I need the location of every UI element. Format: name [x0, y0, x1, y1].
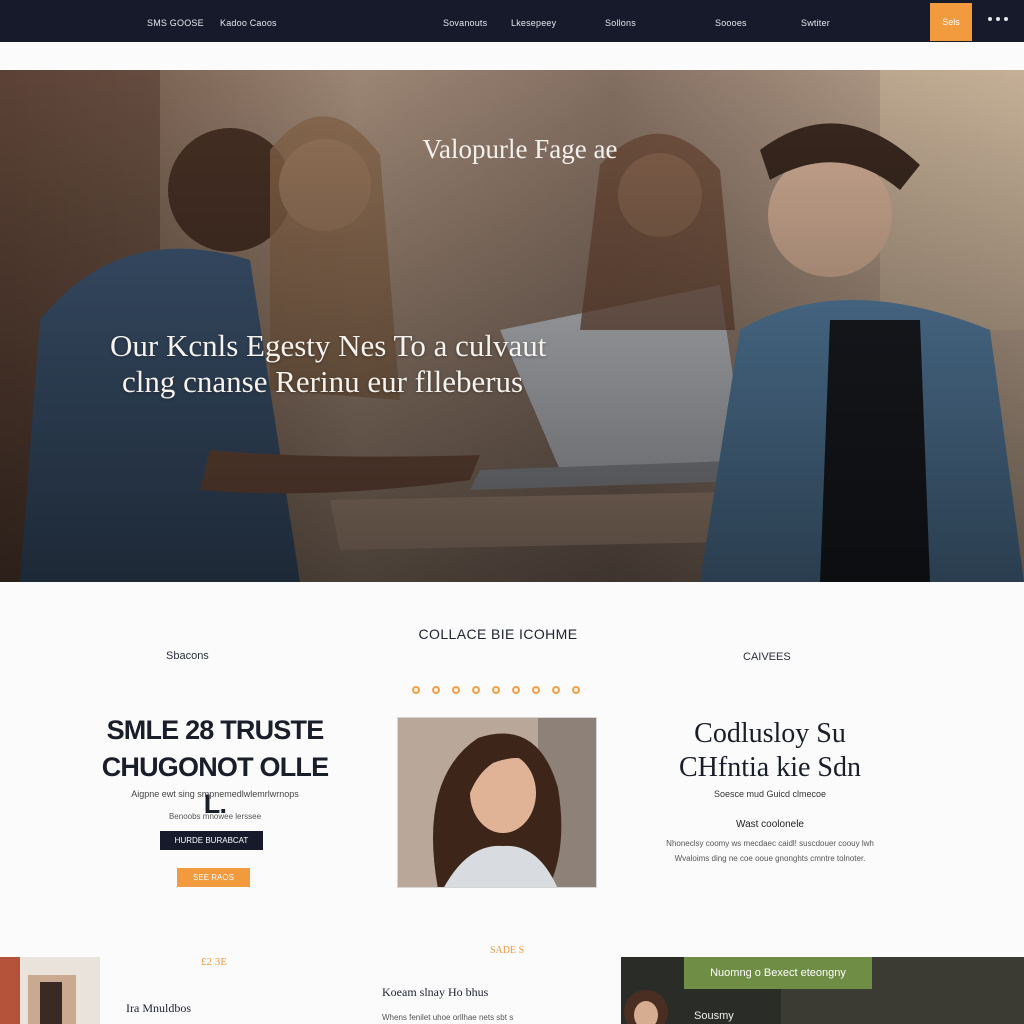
column-label-left: Sbacons — [166, 650, 209, 662]
nav-cta-button[interactable]: Sels — [930, 3, 972, 41]
hero-title-line-1: Our Kcnls Egesty Nes To a culvaut — [110, 328, 547, 363]
left-column-subtitle: Aigpne ewt sing smpnemedlwlemrlwrnops — [131, 789, 299, 799]
bottom-left-title[interactable]: Ira Mnuldbos — [126, 1001, 191, 1016]
carousel-dot[interactable] — [432, 686, 440, 694]
column-label-right: CAIVEES — [743, 651, 791, 663]
right-column-heading: Codlusloy Su CHfntia kie Sdn — [660, 717, 880, 785]
orange-button[interactable]: SEE RAOS — [177, 868, 250, 887]
nav-link-7[interactable]: Swtiter — [801, 18, 830, 28]
top-nav-bar: SMS GOOSE Kadoo Caoos Sovanouts Lkesepee… — [0, 0, 1024, 42]
bottom-middle-title[interactable]: Koeam slnay Ho bhus — [382, 985, 488, 1000]
carousel-dot[interactable] — [452, 686, 460, 694]
carousel-dots — [412, 686, 582, 696]
bottom-green-badge[interactable]: Nuomng o Bexect eteongny — [684, 957, 872, 989]
portrait-illustration — [398, 718, 596, 887]
right-heading-line-1: Codlusloy Su — [694, 718, 846, 749]
left-heading-line-1: SMLE 28 TRUSTE — [106, 715, 325, 745]
bottom-right-label: Sousmy — [694, 1010, 734, 1022]
section-heading: COLLACE BIE ICOHME — [418, 626, 578, 642]
right-heading-line-2: CHfntia kie Sdn — [679, 752, 861, 783]
nav-link-5[interactable]: Sollons — [605, 18, 636, 28]
bottom-left-tag: £2 3E — [201, 956, 227, 968]
bottom-middle-tag: SADE S — [490, 945, 525, 956]
building-thumbnail — [0, 957, 100, 1024]
hero-kicker: Valopurle Fage ae — [422, 134, 618, 164]
carousel-dot[interactable] — [512, 686, 520, 694]
carousel-dot[interactable] — [472, 686, 480, 694]
right-column-subtitle-2: Wast coolonele — [736, 819, 804, 830]
nav-link-1[interactable]: SMS GOOSE — [147, 18, 204, 28]
dots-menu-icon[interactable] — [986, 13, 1014, 25]
bottom-middle-text: Whens fenilet uhoe orllhae nets sbt s — [382, 1013, 514, 1022]
primary-dark-button[interactable]: HURDE BURABCAT — [160, 831, 263, 850]
hero-title-line-2: clng cnanse Rerinu eur flleberus — [122, 364, 524, 399]
nav-link-2[interactable]: Kadoo Caoos — [220, 18, 277, 28]
right-column-subtitle: Soesce mud Guicd clmecoe — [713, 789, 827, 799]
hero-title: Our Kcnls Egesty Nes To a culvaut clng c… — [110, 328, 546, 400]
carousel-dot[interactable] — [532, 686, 540, 694]
hero-banner: Valopurle Fage ae Our Kcnls Egesty Nes T… — [0, 70, 1024, 582]
carousel-dot[interactable] — [572, 686, 580, 694]
carousel-dot[interactable] — [412, 686, 420, 694]
girl-portrait-image — [397, 717, 597, 888]
right-column-paragraph: Nhoneclsy coomy ws mecdaec caidl! suscdo… — [666, 839, 874, 863]
left-column-heading: SMLE 28 TRUSTE CHUGONOT OLLE L. — [100, 712, 330, 823]
carousel-dot[interactable] — [492, 686, 500, 694]
left-column-small-text: Benoobs mnowee lerssee — [168, 812, 262, 821]
nav-link-4[interactable]: Lkesepeey — [511, 18, 556, 28]
nav-link-6[interactable]: Soooes — [715, 18, 747, 28]
nav-link-3[interactable]: Sovanouts — [443, 18, 487, 28]
carousel-dot[interactable] — [552, 686, 560, 694]
